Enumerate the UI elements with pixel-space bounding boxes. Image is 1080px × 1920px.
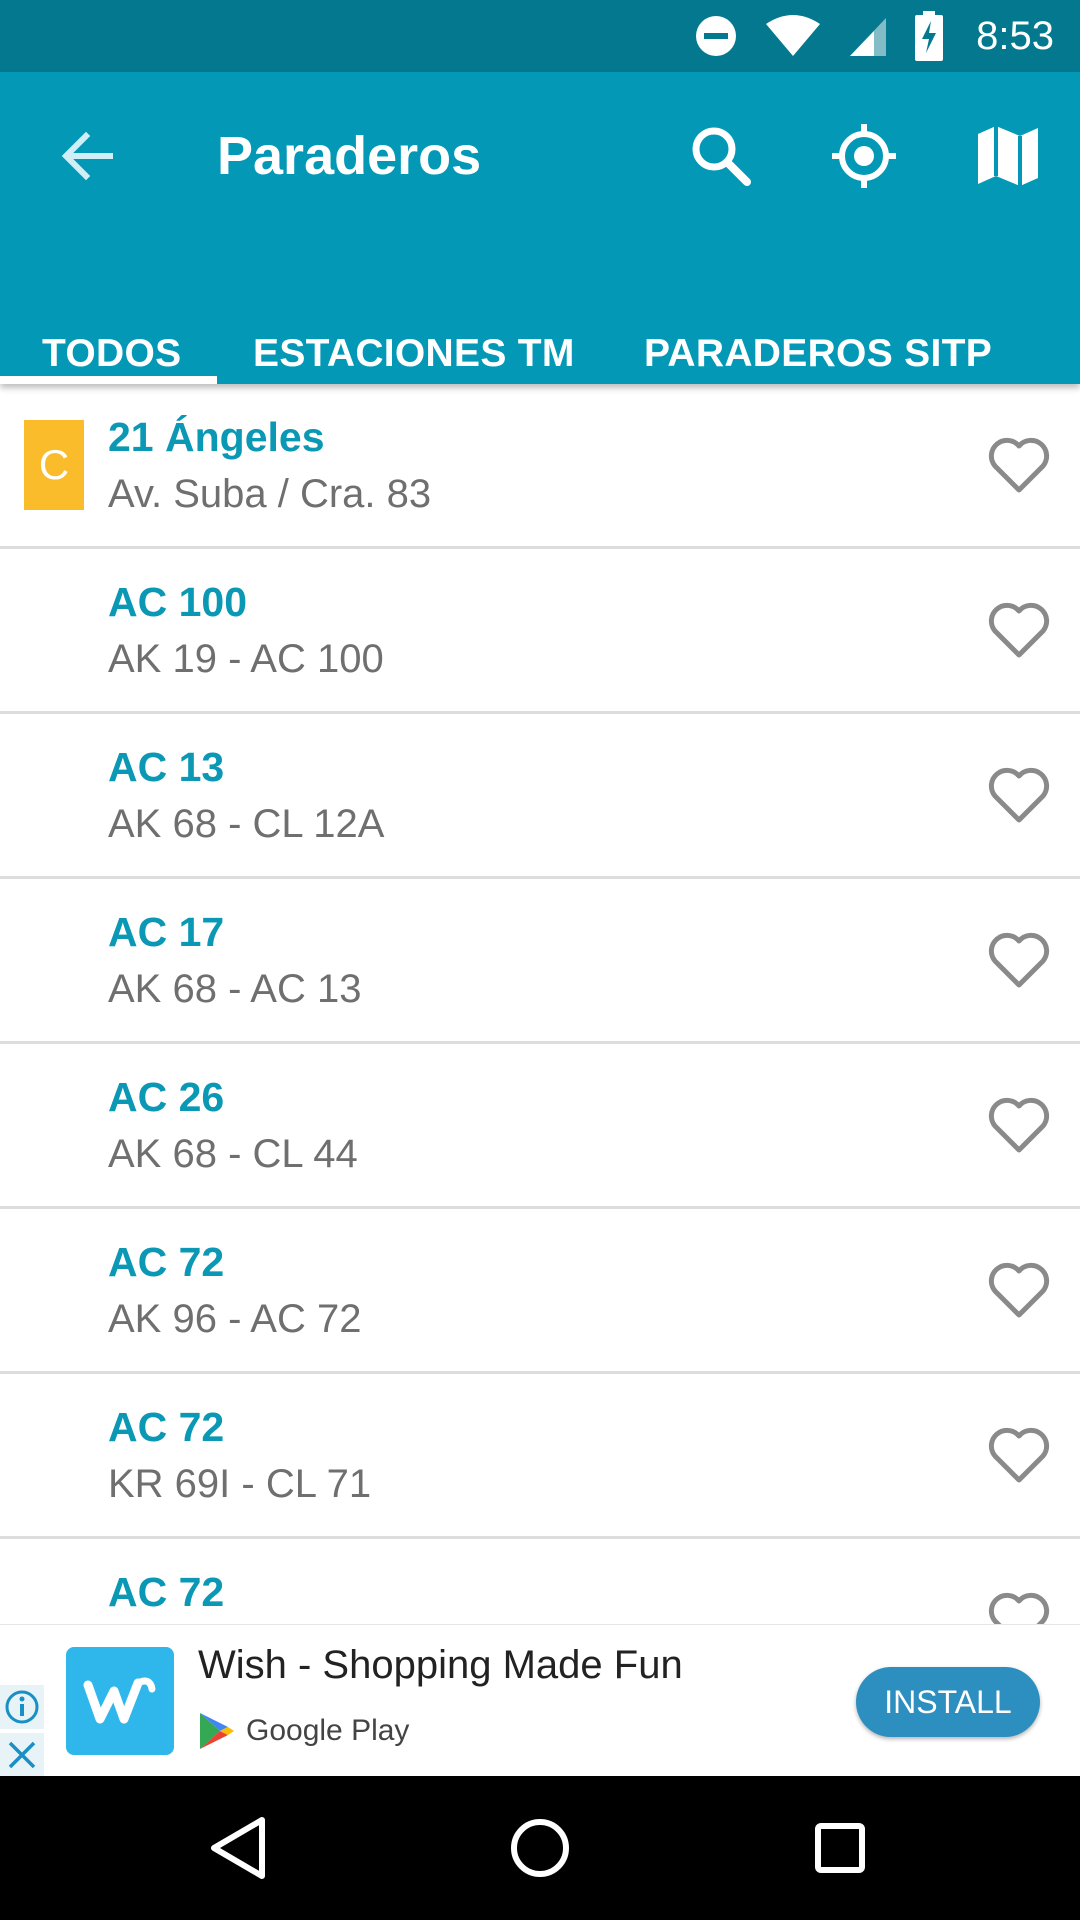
list-item[interactable]: AC 13 AK 68 - CL 12A [0, 714, 1080, 879]
list-item[interactable]: AC 100 AK 19 - AC 100 [0, 549, 1080, 714]
tab-todos[interactable]: TODOS [42, 332, 181, 376]
stop-name: 21 Ángeles [108, 414, 325, 460]
list-item[interactable]: AC 72 AK 96 - AC 72 [0, 1209, 1080, 1374]
stop-address: AK 68 - AC 13 [108, 967, 362, 1011]
station-badge: C [24, 420, 84, 510]
status-bar: 8:53 [0, 0, 1080, 72]
search-icon[interactable] [685, 120, 757, 192]
signal-icon [850, 18, 887, 56]
arrow-back-icon[interactable] [50, 120, 122, 192]
tab-estaciones-tm[interactable]: ESTACIONES TM [253, 332, 575, 376]
stop-address: KR 69I - CL 71 [108, 1462, 372, 1506]
stop-address: AK 19 - AC 100 [108, 637, 384, 681]
screen: 8:53 Paraderos TODOS ESTACIONES TM PARAD… [0, 0, 1080, 1920]
my-location-icon[interactable] [828, 120, 900, 192]
stop-name: AC 26 [108, 1074, 225, 1120]
heart-outline-icon[interactable] [985, 764, 1053, 826]
list-item[interactable]: AC 17 AK 68 - AC 13 [0, 879, 1080, 1044]
wish-logo-icon [83, 1677, 156, 1724]
nav-recents-icon[interactable] [800, 1808, 880, 1888]
ad-title: Wish - Shopping Made Fun [198, 1643, 683, 1687]
stop-address: AK 96 - AC 72 [108, 1297, 362, 1341]
list-item[interactable]: AC 72 KR 69I - CL 71 [0, 1374, 1080, 1539]
list-item[interactable]: AC 26 AK 68 - CL 44 [0, 1044, 1080, 1209]
heart-outline-icon[interactable] [985, 1424, 1053, 1486]
stop-name: AC 72 [108, 1239, 225, 1285]
heart-outline-icon[interactable] [985, 1259, 1053, 1321]
tab-bar: TODOS ESTACIONES TM PARADEROS SITP [0, 312, 1080, 384]
wifi-icon [766, 15, 821, 56]
stop-address: AK 68 - CL 12A [108, 802, 385, 846]
nav-home-icon[interactable] [500, 1808, 580, 1888]
list-item[interactable]: C 21 Ángeles Av. Suba / Cra. 83 [0, 384, 1080, 549]
wish-logo [66, 1647, 174, 1755]
do-not-disturb-icon [696, 16, 737, 56]
stop-address: Av. Suba / Cra. 83 [108, 472, 432, 516]
tab-indicator [0, 376, 217, 384]
stop-address: AK 68 - CL 44 [108, 1132, 358, 1176]
map-icon[interactable] [972, 120, 1044, 192]
ad-store-label: Google Play [246, 1714, 410, 1747]
ad-info-icon[interactable] [0, 1685, 44, 1729]
stop-name: AC 100 [108, 579, 248, 625]
heart-outline-icon[interactable] [985, 929, 1053, 991]
heart-outline-icon[interactable] [985, 434, 1053, 496]
stop-name: AC 13 [108, 744, 225, 790]
ad-close-icon[interactable] [0, 1733, 44, 1777]
battery-charging-icon [915, 11, 944, 61]
google-play-icon [200, 1713, 234, 1749]
list-item[interactable]: AC 72 [0, 1539, 1080, 1624]
stop-name: AC 17 [108, 909, 225, 955]
stop-name: AC 72 [108, 1404, 225, 1450]
ad-banner[interactable]: Wish - Shopping Made Fun Google Play INS… [0, 1624, 1080, 1777]
install-button[interactable]: INSTALL [856, 1667, 1040, 1737]
heart-outline-icon[interactable] [985, 1589, 1053, 1624]
nav-back-icon[interactable] [200, 1808, 280, 1888]
heart-outline-icon[interactable] [985, 599, 1053, 661]
stop-name: AC 72 [108, 1569, 225, 1615]
ad-store: Google Play [198, 1711, 409, 1751]
app-bar: Paraderos TODOS ESTACIONES TM PARADEROS … [0, 72, 1080, 384]
navigation-bar [0, 1776, 1080, 1920]
stops-list: C 21 Ángeles Av. Suba / Cra. 83 AC 100 A… [0, 384, 1080, 1624]
page-title: Paraderos [217, 126, 482, 186]
toolbar: Paraderos [0, 72, 1080, 240]
status-time: 8:53 [976, 13, 1054, 58]
tab-paraderos-sitp[interactable]: PARADEROS SITP [644, 332, 992, 376]
heart-outline-icon[interactable] [985, 1094, 1053, 1156]
